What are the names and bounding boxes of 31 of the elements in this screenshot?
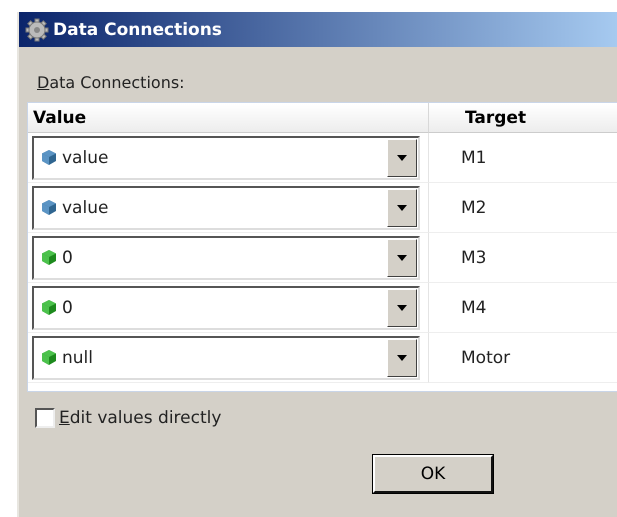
cube-icon <box>42 150 56 165</box>
value-dropdown[interactable]: 0 <box>32 236 420 280</box>
table-cell-text: M1 <box>460 148 486 168</box>
checkbox-label: Edit values directly <box>59 408 222 428</box>
caret-icon <box>397 254 407 260</box>
caret-icon <box>397 204 407 210</box>
dropdown-button[interactable] <box>387 188 417 226</box>
section-label: Data Connections: <box>37 73 186 92</box>
table-cell-text: M3 <box>460 248 486 268</box>
dropdown-button[interactable] <box>387 138 417 176</box>
table-cell-text: M2 <box>460 198 486 218</box>
window-title: Data Connections <box>53 20 222 40</box>
value-dropdown[interactable]: 0 <box>32 286 420 330</box>
column-header[interactable]: Value <box>28 103 429 133</box>
value-dropdown[interactable]: null <box>32 336 420 380</box>
cube-icon <box>42 250 56 265</box>
cube-icon <box>42 350 56 365</box>
dropdown-button[interactable] <box>387 338 417 376</box>
dropdown-button[interactable] <box>387 288 417 326</box>
table-cell-text: Motor <box>460 348 510 368</box>
checkbox[interactable] <box>35 408 55 428</box>
cube-icon <box>42 300 56 315</box>
dropdown-button[interactable] <box>387 238 417 276</box>
value-dropdown[interactable]: value <box>32 136 420 180</box>
value-dropdown[interactable]: value <box>32 186 420 230</box>
cube-icon <box>42 200 56 215</box>
caret-icon <box>397 304 407 310</box>
table-cell-text: M4 <box>460 298 486 318</box>
caret-icon <box>397 154 407 160</box>
caret-icon <box>397 354 407 360</box>
ok-button[interactable]: OK <box>373 455 493 493</box>
